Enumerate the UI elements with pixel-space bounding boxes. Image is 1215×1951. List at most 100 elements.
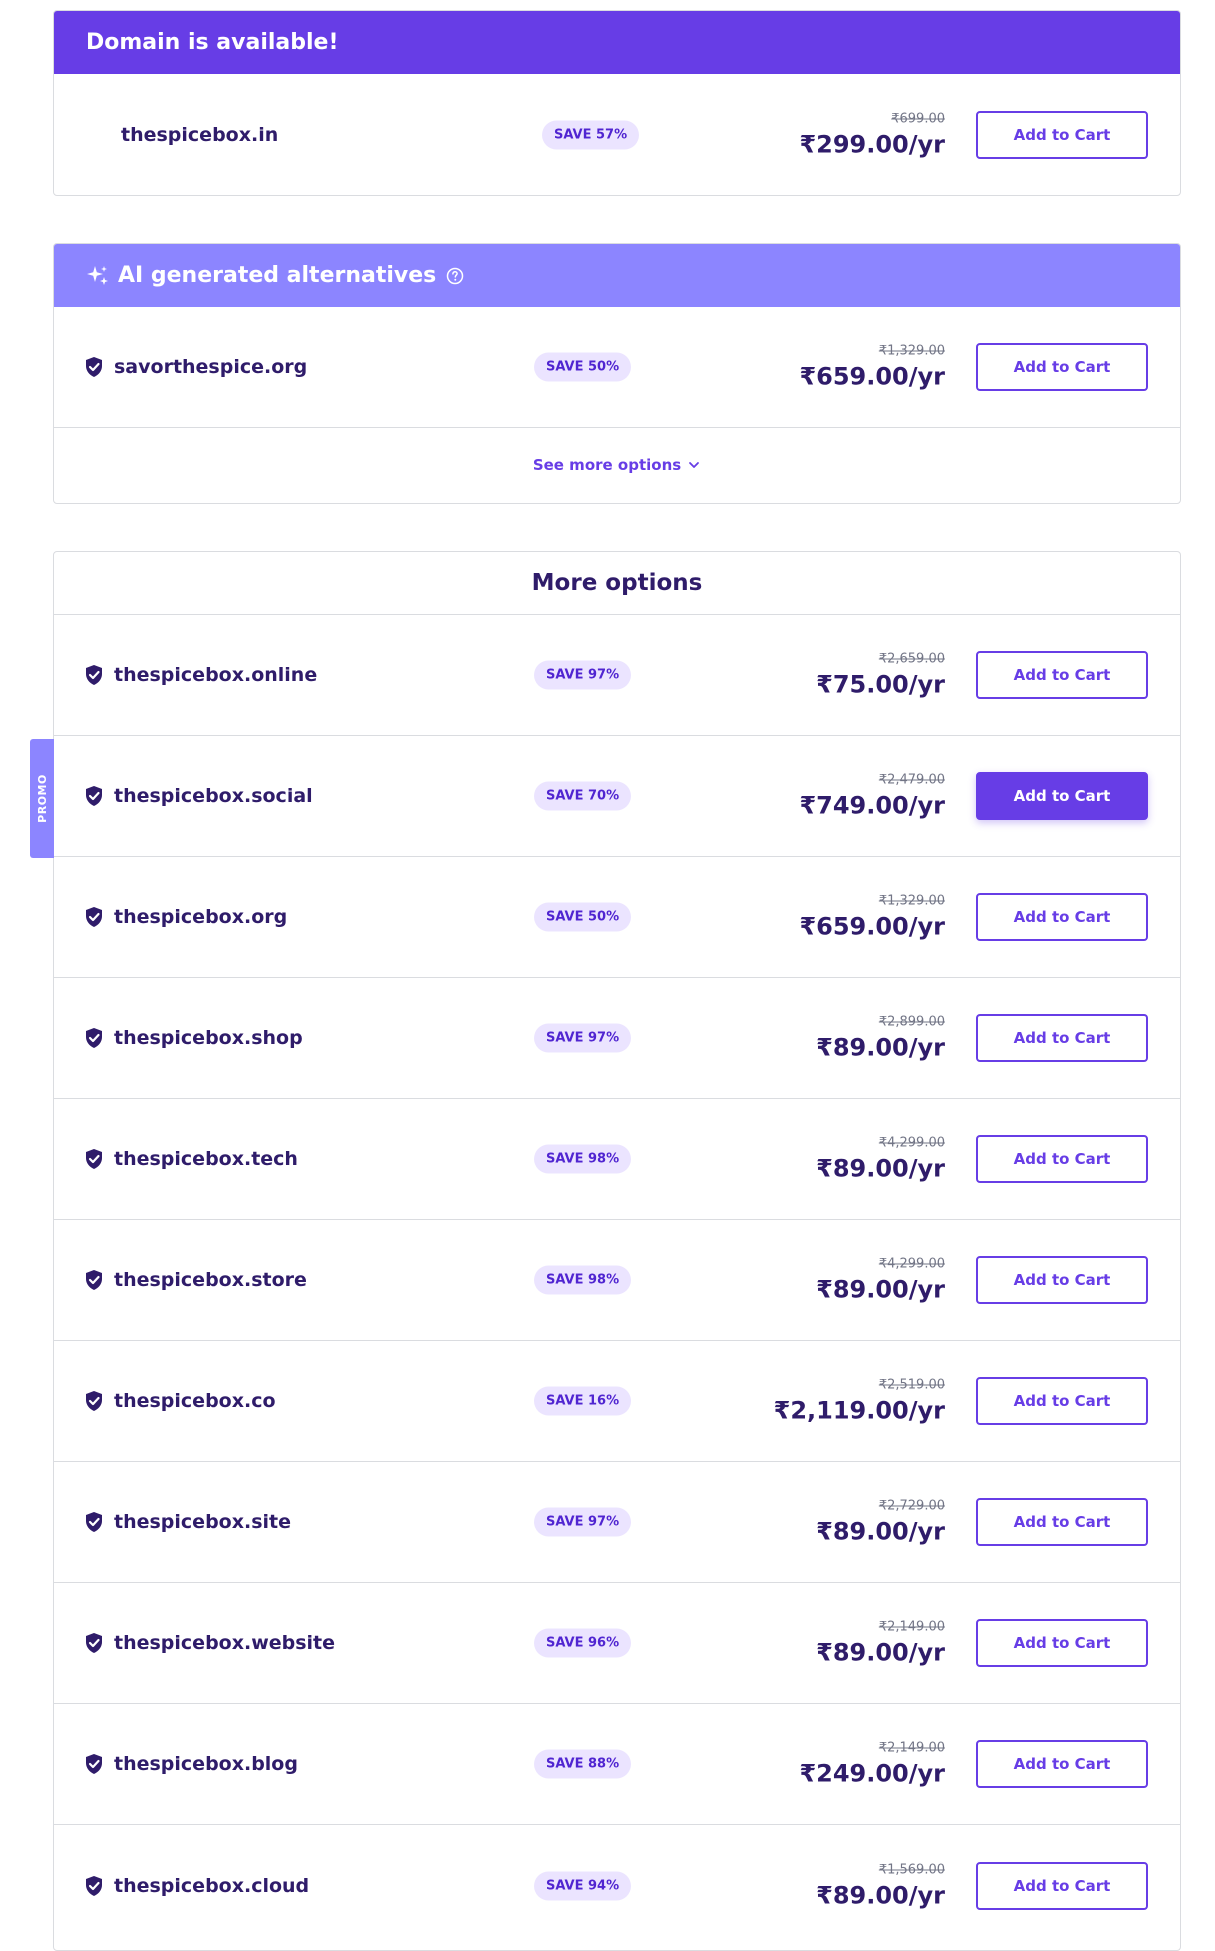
old-price: ₹2,729.00 [878, 1498, 945, 1514]
price-block: ₹2,479.00 ₹749.00/yr [799, 773, 945, 820]
price-block: ₹2,519.00 ₹2,119.00/yr [774, 1378, 945, 1425]
save-badge: SAVE 96% [534, 1628, 632, 1658]
sparkle-icon [87, 265, 108, 285]
add-to-cart-button[interactable]: Add to Cart [976, 1619, 1148, 1667]
old-price: ₹2,519.00 [878, 1377, 945, 1393]
domain-name: thespicebox.tech [114, 1148, 298, 1170]
promo-tab[interactable]: PROMO [30, 739, 54, 858]
shield-check-icon [86, 357, 102, 377]
shield-check-icon [86, 907, 102, 927]
add-to-cart-button[interactable]: Add to Cart [976, 1861, 1148, 1910]
add-to-cart-button[interactable]: Add to Cart [976, 1014, 1148, 1062]
ai-title: AI generated alternatives [118, 263, 437, 288]
domain-name: thespicebox.blog [114, 1753, 298, 1775]
current-price: ₹75.00/yr [816, 670, 945, 699]
save-badge: SAVE 97% [534, 660, 632, 690]
old-price: ₹4,299.00 [878, 1135, 945, 1151]
old-price: ₹4,299.00 [878, 1256, 945, 1272]
add-to-cart-button[interactable]: Add to Cart [976, 1256, 1148, 1304]
current-price: ₹89.00/yr [816, 1033, 945, 1062]
add-to-cart-button[interactable]: Add to Cart [976, 1740, 1148, 1788]
price-block: ₹699.00 ₹299.00/yr [799, 111, 945, 158]
domain-name: thespicebox.online [114, 664, 318, 686]
price-block: ₹2,729.00 ₹89.00/yr [816, 1499, 945, 1546]
shield-check-icon [86, 1875, 102, 1896]
save-badge: SAVE 50% [534, 352, 632, 382]
domain-row: thespicebox.social SAVE 70% ₹2,479.00 ₹749.… [54, 736, 1180, 857]
domain-row: thespicebox.org SAVE 50% ₹1,329.00 ₹659.00/… [54, 857, 1180, 978]
domain-name: thespicebox.co [114, 1390, 276, 1412]
available-domain-card: Domain is available! thespicebox.in SAVE… [53, 10, 1181, 196]
current-price: ₹249.00/yr [799, 1759, 945, 1788]
add-to-cart-button[interactable]: Add to Cart [976, 893, 1148, 941]
add-to-cart-button[interactable]: Add to Cart [976, 1377, 1148, 1425]
domain-name: savorthespice.org [114, 356, 308, 378]
domain-name: thespicebox.shop [114, 1027, 303, 1049]
save-badge: SAVE 88% [534, 1749, 632, 1779]
domain-row: thespicebox.store SAVE 98% ₹4,299.00 ₹89.00… [54, 1220, 1180, 1341]
price-block: ₹4,299.00 ₹89.00/yr [816, 1257, 945, 1304]
shield-check-icon [86, 1512, 102, 1532]
promo-label: PROMO [35, 774, 49, 823]
see-more-options-link[interactable]: See more options [54, 428, 1180, 501]
current-price: ₹749.00/yr [799, 791, 945, 820]
current-price: ₹299.00/yr [799, 130, 945, 158]
domain-row: thespicebox.tech SAVE 98% ₹4,299.00 ₹89.00/… [54, 1099, 1180, 1220]
domain-row: savorthespice.org SAVE 50% ₹1,329.00 ₹65… [54, 307, 1180, 428]
shield-check-icon [86, 1270, 102, 1290]
current-price: ₹659.00/yr [799, 912, 945, 941]
ai-header: AI generated alternatives [54, 244, 1180, 307]
price-block: ₹1,569.00 ₹89.00/yr [816, 1862, 945, 1909]
old-price: ₹2,479.00 [878, 772, 945, 788]
shield-check-icon [86, 1391, 102, 1411]
save-badge: SAVE 57% [542, 120, 640, 149]
domain-row: thespicebox.shop SAVE 97% ₹2,899.00 ₹89.00/… [54, 978, 1180, 1099]
old-price: ₹699.00 [891, 111, 945, 126]
domain-row: thespicebox.co SAVE 16% ₹2,519.00 ₹2,119.00… [54, 1341, 1180, 1462]
save-badge: SAVE 94% [534, 1871, 632, 1900]
save-badge: SAVE 98% [534, 1144, 632, 1174]
add-to-cart-button[interactable]: Add to Cart [976, 343, 1148, 391]
current-price: ₹2,119.00/yr [773, 1396, 945, 1425]
add-to-cart-button[interactable]: Add to Cart [976, 1135, 1148, 1183]
save-badge: SAVE 50% [534, 902, 632, 932]
old-price: ₹2,149.00 [878, 1619, 945, 1635]
current-price: ₹89.00/yr [816, 1517, 945, 1546]
add-to-cart-button[interactable]: Add to Cart [976, 1498, 1148, 1546]
domain-row: thespicebox.online SAVE 97% ₹2,659.00 ₹75.0… [54, 615, 1180, 736]
help-circle-icon[interactable] [446, 267, 464, 285]
see-more-label: See more options [532, 455, 682, 474]
current-price: ₹89.00/yr [816, 1154, 945, 1183]
ai-alternatives-card: AI generated alternatives savorthespice.… [53, 243, 1181, 504]
save-badge: SAVE 97% [534, 1023, 632, 1053]
price-block: ₹2,149.00 ₹249.00/yr [799, 1741, 945, 1788]
more-options-list: thespicebox.online SAVE 97% ₹2,659.00 ₹75.0… [54, 615, 1180, 1946]
more-options-card: More options thespicebox.online SAVE 97% ₹… [53, 551, 1181, 1951]
old-price: ₹2,899.00 [878, 1014, 945, 1030]
old-price: ₹1,329.00 [878, 343, 945, 359]
price-block: ₹2,899.00 ₹89.00/yr [816, 1015, 945, 1062]
save-badge: SAVE 98% [534, 1265, 632, 1295]
price-block: ₹4,299.00 ₹89.00/yr [816, 1136, 945, 1183]
domain-name: thespicebox.store [114, 1269, 307, 1291]
shield-check-icon [86, 1754, 102, 1774]
add-to-cart-button[interactable]: Add to Cart [976, 651, 1148, 699]
available-header: Domain is available! [54, 11, 1180, 74]
domain-row: thespicebox.site SAVE 97% ₹2,729.00 ₹89.00/… [54, 1462, 1180, 1583]
domain-row: thespicebox.blog SAVE 88% ₹2,149.00 ₹249.00… [54, 1704, 1180, 1825]
old-price: ₹2,659.00 [878, 651, 945, 667]
price-block: ₹2,149.00 ₹89.00/yr [816, 1620, 945, 1667]
current-price: ₹659.00/yr [799, 362, 945, 391]
domain-row: thespicebox.in SAVE 57% ₹699.00 ₹299.00/… [54, 74, 1180, 195]
more-options-header: More options [54, 552, 1180, 615]
domain-row: thespicebox.cloud SAVE 94% ₹1,569.00 ₹89.00… [54, 1825, 1180, 1946]
domain-name: thespicebox.org [114, 906, 288, 928]
shield-check-icon [86, 1149, 102, 1169]
add-to-cart-button[interactable]: Add to Cart [976, 110, 1148, 159]
current-price: ₹89.00/yr [816, 1881, 945, 1909]
domain-name: thespicebox.site [114, 1511, 291, 1533]
save-badge: SAVE 16% [534, 1386, 632, 1416]
price-block: ₹1,329.00 ₹659.00/yr [799, 344, 945, 391]
old-price: ₹2,149.00 [878, 1740, 945, 1756]
add-to-cart-button[interactable]: Add to Cart [976, 772, 1148, 820]
